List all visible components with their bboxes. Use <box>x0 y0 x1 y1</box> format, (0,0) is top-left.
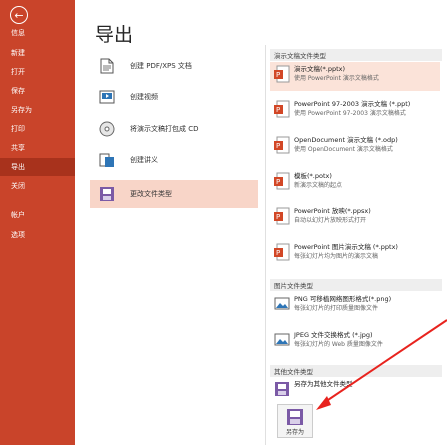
file-type-title: PowerPoint 放映(*.ppsx) <box>294 207 371 215</box>
svg-text:P: P <box>276 213 280 221</box>
svg-text:P: P <box>276 106 280 114</box>
file-type-desc: 使用 OpenDocument 演示文稿格式 <box>294 146 393 153</box>
sidebar-item-share[interactable]: 共享 <box>0 139 75 157</box>
panel-divider <box>265 45 266 445</box>
sidebar-item-open[interactable]: 打开 <box>0 63 75 81</box>
cd-icon <box>98 120 116 138</box>
file-type-title: 另存为其他文件类型 <box>294 380 353 388</box>
file-type-icon <box>98 185 116 203</box>
file-type-picture-pptx[interactable]: P PowerPoint 图片演示文稿 (*.pptx) 每张幻灯片均为图片的演示… <box>270 240 440 268</box>
sidebar-item-save-as[interactable]: 另存为 <box>0 101 75 119</box>
action-label: 更改文件类型 <box>130 190 172 198</box>
create-video-action[interactable]: 创建视频 <box>90 83 258 111</box>
file-type-title: PowerPoint 图片演示文稿 (*.pptx) <box>294 243 398 251</box>
file-type-potx[interactable]: P 模板(*.potx) 新演示文稿的起点 <box>270 169 440 197</box>
file-type-title: PNG 可移植网络图形格式(*.png) <box>294 295 392 303</box>
file-type-title: OpenDocument 演示文稿 (*.odp) <box>294 136 398 144</box>
file-type-desc: 每张幻灯片的打印质量图像文件 <box>294 305 379 312</box>
svg-text:P: P <box>276 142 280 150</box>
create-handouts-action[interactable]: 创建讲义 <box>90 146 258 174</box>
file-type-title: JPEG 文件交换格式 (*.jpg) <box>294 331 373 339</box>
file-type-jpg[interactable]: JPEG 文件交换格式 (*.jpg) 每张幻灯片的 Web 质量图像文件 <box>270 328 440 356</box>
file-type-title: 演示文稿(*.pptx) <box>294 65 346 73</box>
file-type-ppt[interactable]: P PowerPoint 97-2003 演示文稿 (*.ppt) 使用 Powe… <box>270 97 440 125</box>
file-type-pptx[interactable]: P 演示文稿(*.pptx) 使用 PowerPoint 演示文稿格式 <box>270 62 440 91</box>
pptx-file-icon: P <box>274 65 290 83</box>
page-title: 导出 <box>95 24 134 46</box>
action-label: 创建视频 <box>130 93 158 101</box>
file-type-ppsx[interactable]: P PowerPoint 放映(*.ppsx) 自动以幻灯片放映形式打开 <box>270 204 440 232</box>
sidebar-item-info[interactable]: 信息 <box>0 24 75 42</box>
png-image-icon <box>274 297 290 310</box>
section-header-presentation: 演示文稿文件类型 <box>270 49 442 61</box>
sidebar-item-account[interactable]: 帐户 <box>0 206 75 224</box>
picture-presentation-icon: P <box>274 243 290 261</box>
sidebar-item-options[interactable]: 选项 <box>0 226 75 244</box>
ppt-file-icon: P <box>274 100 290 118</box>
pdf-document-icon <box>98 57 116 75</box>
file-type-desc: 每张幻灯片均为图片的演示文稿 <box>294 253 379 260</box>
jpg-image-icon <box>274 333 290 346</box>
save-as-label: 另存为 <box>285 429 304 436</box>
file-type-desc: 自动以幻灯片放映形式打开 <box>294 217 367 224</box>
change-file-type-action[interactable]: 更改文件类型 <box>90 180 258 208</box>
backstage-sidebar: ← 信息 新建 打开 保存 另存为 打印 共享 导出 关闭 帐户 选项 <box>0 0 75 445</box>
sidebar-item-new[interactable]: 新建 <box>0 44 75 62</box>
section-header-other: 其他文件类型 <box>270 365 442 377</box>
back-arrow-icon[interactable]: ← <box>10 6 28 24</box>
section-header-image: 图片文件类型 <box>270 279 442 291</box>
file-type-desc: 新演示文稿的起点 <box>294 182 343 189</box>
file-type-desc: 每张幻灯片的 Web 质量图像文件 <box>294 341 383 348</box>
file-type-other[interactable]: 另存为其他文件类型 <box>270 377 440 399</box>
save-disk-icon <box>287 409 303 425</box>
odp-file-icon: P <box>274 136 290 154</box>
svg-text:P: P <box>276 249 280 257</box>
save-as-button[interactable]: 另存为 <box>277 404 313 438</box>
create-pdf-xps-action[interactable]: 创建 PDF/XPS 文档 <box>90 52 258 80</box>
svg-text:P: P <box>276 71 280 79</box>
file-type-title: 模板(*.potx) <box>294 172 332 180</box>
action-label: 创建 PDF/XPS 文档 <box>130 62 192 70</box>
file-type-png[interactable]: PNG 可移植网络图形格式(*.png) 每张幻灯片的打印质量图像文件 <box>270 292 440 320</box>
file-type-title: PowerPoint 97-2003 演示文稿 (*.ppt) <box>294 100 411 108</box>
file-type-odp[interactable]: P OpenDocument 演示文稿 (*.odp) 使用 OpenDocume… <box>270 133 440 161</box>
package-cd-action[interactable]: 将演示文稿打包成 CD <box>90 115 258 143</box>
svg-text:P: P <box>276 178 280 186</box>
handout-icon <box>98 151 116 169</box>
save-as-other-icon <box>275 382 289 396</box>
sidebar-item-close[interactable]: 关闭 <box>0 177 75 195</box>
action-label: 创建讲义 <box>130 156 158 164</box>
sidebar-item-print[interactable]: 打印 <box>0 120 75 138</box>
file-type-desc: 使用 PowerPoint 演示文稿格式 <box>294 75 379 82</box>
video-icon <box>98 88 116 106</box>
file-type-desc: 使用 PowerPoint 97-2003 演示文稿格式 <box>294 110 406 117</box>
action-label: 将演示文稿打包成 CD <box>130 125 199 133</box>
slideshow-file-icon: P <box>274 207 290 225</box>
sidebar-item-save[interactable]: 保存 <box>0 82 75 100</box>
sidebar-item-export[interactable]: 导出 <box>0 158 75 176</box>
template-file-icon: P <box>274 172 290 190</box>
